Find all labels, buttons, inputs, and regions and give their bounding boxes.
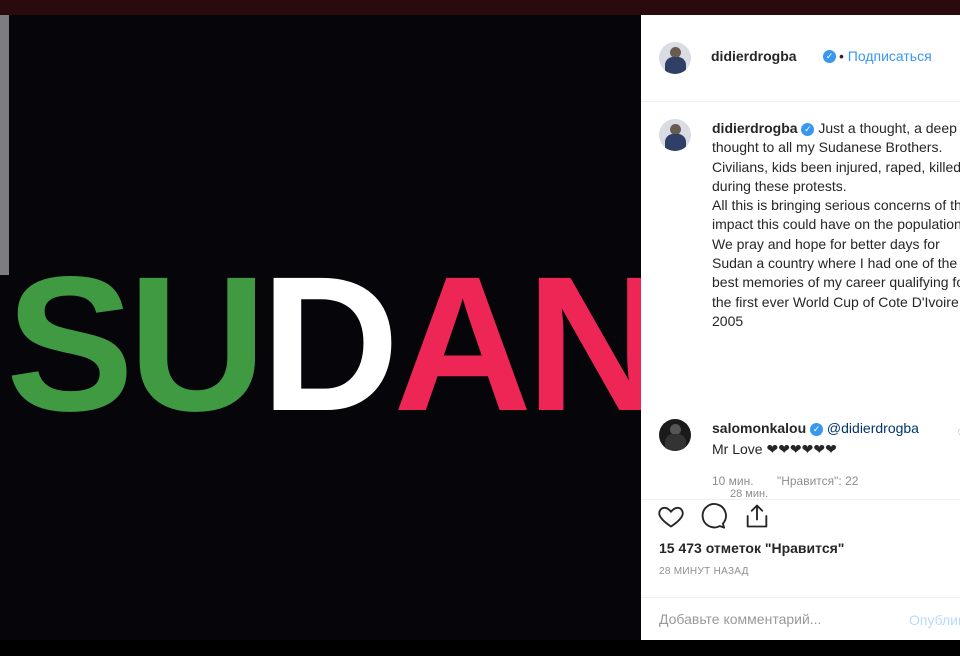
- letter-n: N: [526, 236, 641, 451]
- comment-bubble-icon[interactable]: [699, 502, 727, 530]
- header-divider: [641, 101, 960, 102]
- window-edge: [0, 15, 9, 275]
- publish-button[interactable]: Опубликовать: [909, 612, 960, 628]
- posted-timestamp[interactable]: 28 МИНУТ НАЗАД: [659, 566, 749, 577]
- comment-time[interactable]: 10 мин.: [712, 474, 754, 488]
- comment-mention[interactable]: @didierdrogba: [827, 420, 919, 436]
- caption-text-block: didierdrogba ✓ Just a thought, a deep th…: [712, 119, 960, 331]
- sudan-wordmark: SUDAN: [6, 248, 641, 440]
- follow-button[interactable]: • Подписаться: [839, 48, 932, 64]
- post-side-panel: didierdrogba ✓ • Подписаться didierdrogb…: [641, 15, 960, 640]
- verified-badge-icon: ✓: [810, 422, 824, 436]
- likes-count[interactable]: 15 473 отметок "Нравится": [659, 540, 844, 556]
- verified-badge-icon: ✓: [801, 122, 815, 136]
- letter-a: A: [393, 236, 532, 451]
- caption-body: Just a thought, a deep thought to all my…: [712, 120, 960, 329]
- letter-d: D: [260, 236, 400, 451]
- letter-s: S: [6, 236, 134, 451]
- add-comment-input[interactable]: [659, 611, 889, 627]
- follow-label: Подписаться: [847, 48, 932, 64]
- comment-likes[interactable]: "Нравится": 22: [777, 474, 859, 488]
- post-image[interactable]: SUDAN: [0, 15, 641, 640]
- comment-text: Mr Love ❤❤❤❤❤❤: [712, 441, 837, 457]
- actions-divider: [641, 499, 960, 500]
- comment-meta: 10 мин. "Нравится": 22: [712, 474, 878, 488]
- post-header: didierdrogba ✓ • Подписаться: [659, 42, 960, 74]
- comment-username[interactable]: salomonkalou: [712, 420, 806, 436]
- caption-avatar[interactable]: [659, 119, 691, 151]
- comment-header: salomonkalou ✓ @didierdrogba: [712, 420, 919, 436]
- separator-dot: •: [839, 48, 844, 64]
- caption-username[interactable]: didierdrogba: [712, 120, 798, 136]
- share-upload-icon[interactable]: [743, 502, 771, 530]
- header-username[interactable]: didierdrogba: [711, 48, 797, 64]
- verified-badge-icon: ✓: [823, 50, 836, 63]
- comment-avatar[interactable]: [659, 419, 691, 451]
- screen-bottom-strip: [0, 640, 960, 656]
- comment-box-divider: [641, 597, 960, 598]
- screen-top-bar: [0, 0, 960, 15]
- avatar[interactable]: [659, 42, 691, 74]
- heart-icon[interactable]: [657, 502, 685, 530]
- letter-u: U: [128, 236, 267, 451]
